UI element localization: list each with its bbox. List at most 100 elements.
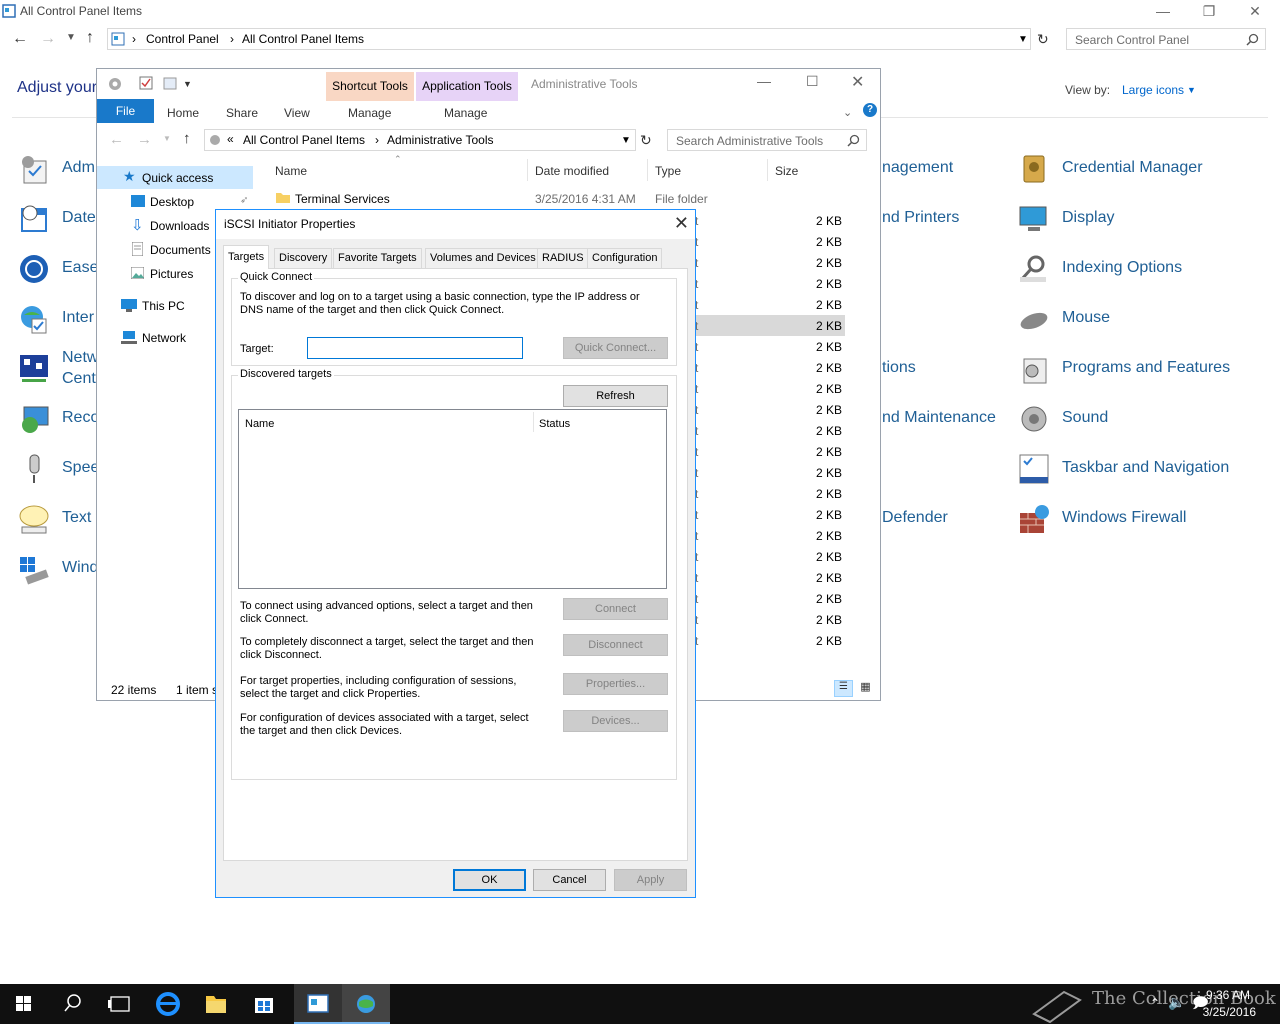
up-icon[interactable]: ↑ [86,29,94,47]
tab-targets[interactable]: Targets [223,245,270,269]
close-button[interactable]: ✕ [1232,0,1278,24]
programs-features-icon [1023,358,1047,384]
large-icons-view-button[interactable]: ▦ [857,680,874,697]
cp-item-recovery[interactable]: Reco [62,409,99,427]
cp-item-text-to-speech[interactable]: Text t [62,509,100,527]
taskbar-iscsi-initiator[interactable] [342,984,390,1024]
cp-item-indexing-options[interactable]: Indexing Options [1062,259,1182,277]
disconnect-description: To completely disconnect a target, selec… [240,636,534,661]
start-windows-icon[interactable] [0,984,48,1024]
target-input[interactable] [307,337,523,359]
display-icon [1019,206,1047,231]
cp-item-display[interactable]: Display [1062,209,1114,227]
cp-item-sound[interactable]: Sound [1062,409,1108,427]
file-size: 2 KB [815,508,842,522]
tab-radius[interactable]: RADIUS [537,248,589,268]
page-heading: Adjust your [17,79,98,96]
tab-volumes-devices[interactable]: Volumes and Devices [425,248,541,268]
cp-item-devices-printers[interactable]: nd Printers [882,209,959,227]
file-size: 2 KB [815,319,842,333]
control-panel-icon [2,4,16,18]
discovered-targets-label: Discovered targets [238,368,334,380]
cp-item-speech-recognition[interactable]: Spee [62,459,99,477]
tab-configuration[interactable]: Configuration [587,248,663,268]
cp-item-power-options[interactable]: tions [882,359,916,377]
restore-button[interactable]: ❐ [1186,0,1232,24]
connect-description: To connect using advanced options, selec… [240,600,533,625]
iscsi-dialog: iSCSI Initiator Properties ✕ Discovery F… [215,209,696,898]
cp-item-credential-partial[interactable]: nagement [882,159,953,177]
minimize-button[interactable]: — [1140,0,1186,24]
file-size: 2 KB [815,298,842,312]
file-size: 2 KB [815,634,842,648]
file-size: 2 KB [815,571,842,585]
recent-dropdown-icon[interactable]: ▼ [66,32,76,43]
devices-button[interactable]: Devices... [563,710,668,732]
breadcrumb-control-panel[interactable]: Control Panel [146,32,219,46]
targets-list[interactable]: Name Status [238,409,667,589]
file-explorer-icon[interactable] [192,984,240,1024]
chevron-right-icon: › [230,32,234,46]
refresh-icon[interactable]: ↻ [1037,31,1049,48]
file-size: 2 KB [815,445,842,459]
address-bar[interactable]: › Control Panel › All Control Panel Item… [107,28,1031,50]
cp-item-taskbar-navigation[interactable]: Taskbar and Navigation [1062,459,1229,477]
cp-item-mouse[interactable]: Mouse [1062,309,1110,327]
disconnect-button[interactable]: Disconnect [563,634,668,656]
dialog-titlebar[interactable]: iSCSI Initiator Properties ✕ [216,210,695,239]
volume-muted-icon[interactable]: 🔈 [1168,994,1185,1011]
date-time-icon [21,205,47,232]
breadcrumb-all-items[interactable]: All Control Panel Items [242,32,364,46]
dialog-title: iSCSI Initiator Properties [224,217,356,231]
taskbar-control-panel[interactable] [294,984,342,1024]
store-icon[interactable] [240,984,288,1024]
tab-favorite-targets[interactable]: Favorite Targets [333,248,422,268]
cp-item-network-sharing-line1[interactable]: Netw [62,349,98,367]
file-size: 2 KB [815,382,842,396]
cp-item-windows-to-go[interactable]: Wind [62,559,98,577]
forward-icon[interactable]: → [40,30,56,48]
cp-item-internet-options[interactable]: Inter [62,309,94,327]
chevron-down-icon[interactable]: ▼ [1187,85,1196,95]
cp-item-credential-manager[interactable]: Credential Manager [1062,159,1203,177]
chevron-up-icon[interactable]: ⌃ [1150,996,1160,1010]
close-icon[interactable]: ✕ [674,213,689,234]
cp-item-date-time[interactable]: Date [62,209,96,227]
back-icon[interactable]: ← [12,30,28,48]
taskbar: The Collection Book ⌃ 🔈 🗩 9:36 AM 3/25/2… [0,984,1280,1024]
list-header-status[interactable]: Status [539,418,570,431]
quick-connect-button[interactable]: Quick Connect... [563,337,668,359]
edge-browser-icon[interactable] [144,984,192,1024]
properties-description: For target properties, including configu… [240,675,517,700]
cp-item-windows-defender[interactable]: Defender [882,509,948,527]
tab-discovery[interactable]: Discovery [274,248,333,268]
connect-button[interactable]: Connect [563,598,668,620]
clock-time[interactable]: 9:36 AM [1206,988,1250,1002]
chevron-down-icon[interactable]: ▼ [1018,34,1028,45]
details-view-button[interactable]: ☰ [834,680,853,697]
view-by-label: View by: [1065,83,1111,97]
search-input[interactable]: Search Control Panel [1066,28,1266,50]
refresh-button[interactable]: Refresh [563,385,668,407]
apply-button[interactable]: Apply [614,869,687,891]
task-view-icon[interactable] [96,984,144,1024]
targets-tab-panel: Quick Connect To discover and log on to … [223,268,688,861]
cp-item-administrative-tools[interactable]: Adm [62,159,95,177]
file-size: 2 KB [815,214,842,228]
recovery-icon [22,406,49,433]
cp-item-programs-features[interactable]: Programs and Features [1062,359,1230,377]
search-icon[interactable] [48,984,96,1024]
cancel-button[interactable]: Cancel [533,869,606,891]
ok-button[interactable]: OK [453,869,526,891]
quick-connect-label: Quick Connect [238,271,315,283]
cp-item-windows-firewall[interactable]: Windows Firewall [1062,509,1186,527]
list-header-name[interactable]: Name [245,418,274,431]
view-by-dropdown[interactable]: Large icons [1122,83,1184,97]
cp-item-ease-of-access[interactable]: Ease [62,259,98,277]
cp-item-security-maintenance[interactable]: nd Maintenance [882,409,996,427]
speech-recognition-icon [29,454,40,483]
taskbar-navigation-icon [1019,454,1049,484]
properties-button[interactable]: Properties... [563,673,668,695]
quick-connect-description: To discover and log on to a target using… [240,291,640,316]
clock-date[interactable]: 3/25/2016 [1203,1005,1256,1019]
